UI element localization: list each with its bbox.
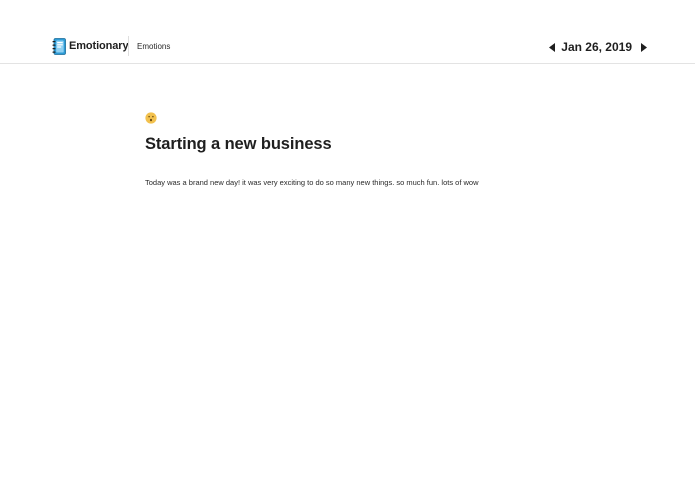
nav-link-emotions[interactable]: Emotions bbox=[137, 42, 170, 51]
brand-name: Emotionary bbox=[69, 40, 129, 52]
caret-left-icon bbox=[549, 42, 556, 52]
surprised-face-icon bbox=[145, 112, 157, 124]
entry-title: Starting a new business bbox=[145, 135, 332, 153]
top-bar: Emotionary Emotions Jan 26, 2019 bbox=[0, 0, 695, 64]
previous-day-button[interactable] bbox=[548, 42, 556, 52]
date-navigator: Jan 26, 2019 bbox=[548, 40, 648, 54]
next-day-button[interactable] bbox=[640, 42, 648, 52]
header-divider bbox=[128, 36, 129, 56]
caret-right-icon bbox=[641, 42, 647, 52]
current-date: Jan 26, 2019 bbox=[561, 40, 632, 54]
journal-icon bbox=[52, 37, 66, 55]
brand-logo-link[interactable]: Emotionary bbox=[52, 37, 129, 55]
entry-body: Today was a brand new day! it was very e… bbox=[145, 178, 479, 187]
journal-entry: Starting a new business Today was a bran… bbox=[145, 112, 565, 187]
